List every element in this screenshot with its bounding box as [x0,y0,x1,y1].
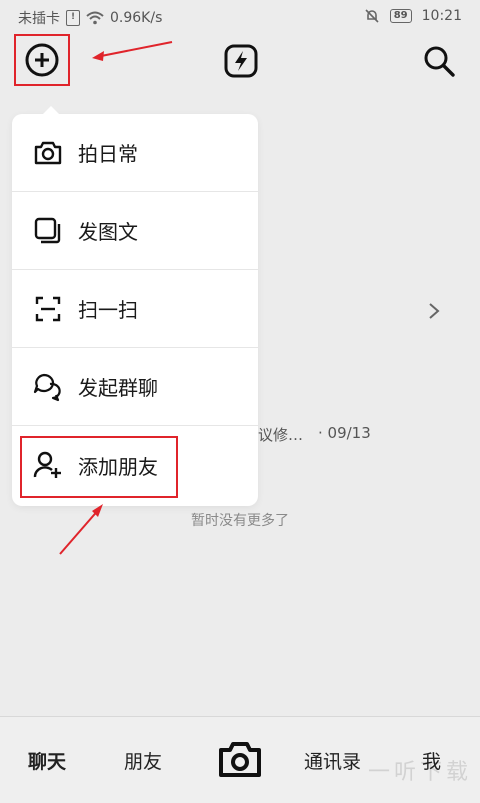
flash-icon [224,44,258,78]
menu-item-label: 拍日常 [78,142,138,166]
add-button[interactable] [14,34,70,86]
gallery-icon [32,215,64,247]
scan-icon [32,293,64,325]
clock: 10:21 [421,8,462,24]
menu-item-scan[interactable]: 扫一扫 [12,270,258,348]
add-friend-highlight [20,436,178,498]
camera-icon [32,137,64,169]
search-icon [424,46,455,77]
plus-circle-icon [25,43,59,77]
watermark: 一听下载 [367,760,472,785]
nav-messages[interactable]: 通讯录 [304,747,361,774]
message-snippet: 议修… [258,426,304,444]
battery-icon: 89 [389,9,412,23]
status-bar: 未插卡 ! 0.96K/s 89 10:21 [0,0,480,34]
carrier-label: 未插卡 [18,11,60,27]
group-chat-icon [32,371,64,403]
flash-button[interactable] [222,42,260,80]
menu-item-post[interactable]: 发图文 [12,192,258,270]
wifi-icon [86,11,104,25]
camera-icon [219,742,261,777]
top-bar [0,34,480,96]
no-more-text: 暂时没有更多了 [191,513,289,529]
search-button[interactable] [420,42,458,80]
menu-item-label: 发图文 [78,220,138,244]
nav-friends[interactable]: 朋友 [124,747,162,774]
menu-item-label: 扫一扫 [78,298,138,322]
status-left: 未插卡 ! 0.96K/s [18,8,162,28]
nav-camera-button[interactable] [216,735,264,783]
chevron-right-icon[interactable] [424,300,444,322]
net-speed: 0.96K/s [110,10,163,26]
nav-chat[interactable]: 聊天 [28,747,66,774]
mute-bell-icon [365,9,379,23]
status-right: 89 10:21 [364,8,462,24]
menu-item-group-chat[interactable]: 发起群聊 [12,348,258,426]
menu-item-label: 发起群聊 [78,376,158,400]
sim-icon: ! [66,10,80,26]
menu-item-daily[interactable]: 拍日常 [12,114,258,192]
message-date: · 09/13 [318,424,371,442]
